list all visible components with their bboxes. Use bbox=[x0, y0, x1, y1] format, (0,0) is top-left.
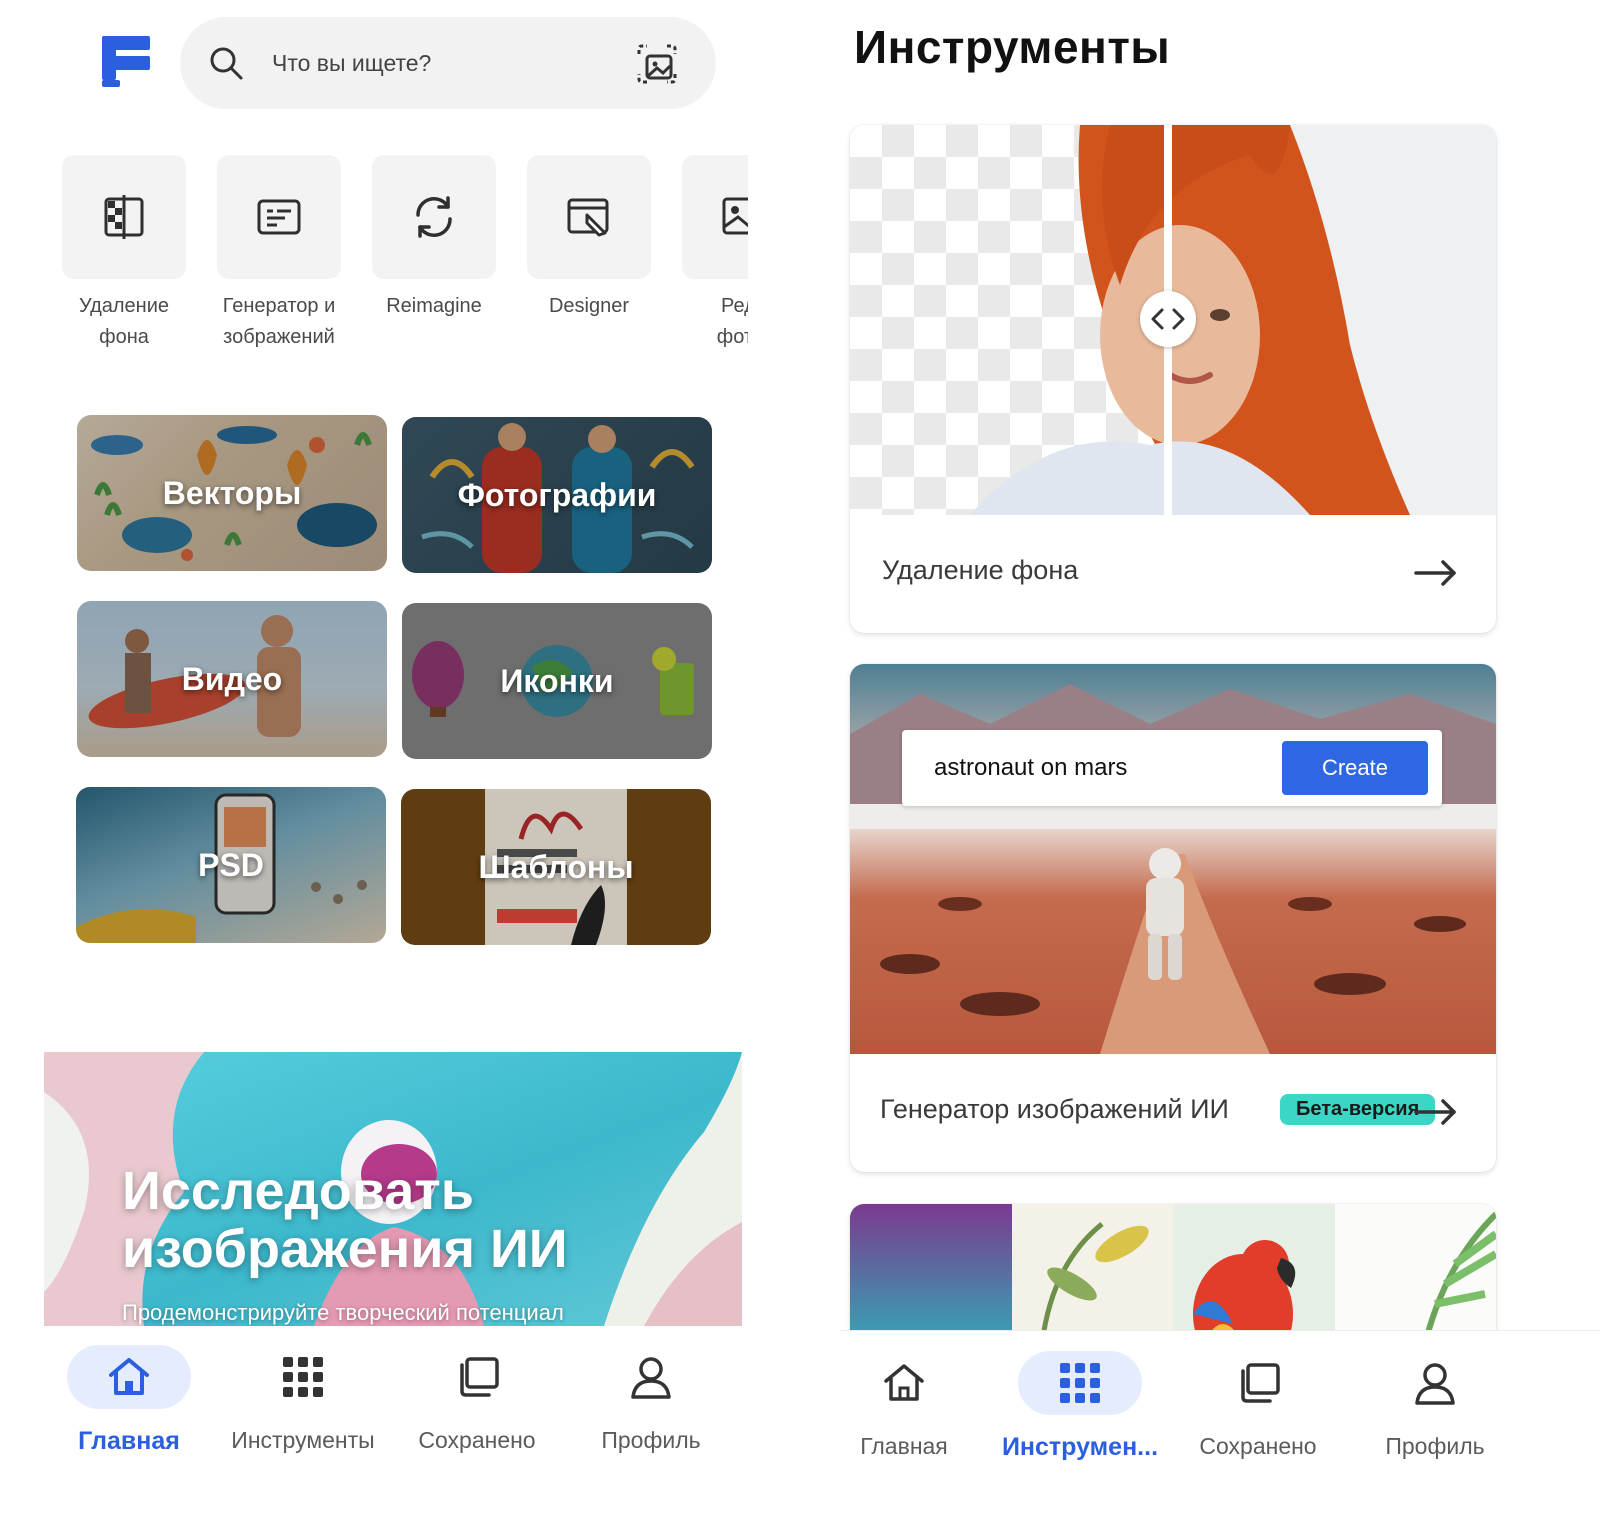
card-title: Удаление фона bbox=[882, 555, 1079, 585]
style-preview bbox=[1334, 1204, 1496, 1344]
tool-label: фотог bbox=[716, 326, 748, 348]
card-title: Генератор изображений ИИ bbox=[880, 1094, 1229, 1124]
category-label: PSD bbox=[198, 846, 264, 883]
tab-label: Главная bbox=[860, 1433, 948, 1459]
reimagine-icon bbox=[416, 196, 452, 238]
tab-label: Сохранено bbox=[418, 1427, 536, 1453]
tool-designer[interactable]: Designer bbox=[527, 155, 651, 322]
home-screen: Удаление фона Генератор и зображений bbox=[0, 0, 790, 1518]
tool-label: Designer bbox=[548, 295, 630, 317]
category-icons[interactable]: Иконки bbox=[402, 603, 712, 759]
tab-saved[interactable]: Сохранено bbox=[392, 1345, 562, 1465]
photo-editor-icon bbox=[722, 197, 748, 235]
search-icon[interactable] bbox=[208, 45, 244, 81]
tool-label: фона bbox=[99, 326, 149, 348]
tool-image-generator[interactable]: Генератор и зображений bbox=[217, 155, 341, 353]
background-removal-icon bbox=[104, 195, 144, 239]
grid-icon bbox=[1060, 1363, 1100, 1403]
category-psd[interactable]: PSD bbox=[76, 787, 386, 943]
tool-card-partial[interactable] bbox=[850, 1204, 1496, 1344]
parrot-image bbox=[1193, 1240, 1296, 1344]
banner-title-line: изображения ИИ bbox=[122, 1219, 568, 1279]
tab-label: Профиль bbox=[601, 1427, 701, 1453]
freepik-logo-icon[interactable] bbox=[102, 36, 154, 88]
category-label: Шаблоны bbox=[478, 848, 634, 885]
profile-icon bbox=[631, 1357, 671, 1399]
tab-tools[interactable]: Инструмен... bbox=[995, 1351, 1165, 1471]
card-footer: Удаление фона bbox=[850, 515, 1496, 633]
palm-leaves-image bbox=[1421, 1211, 1496, 1344]
create-button[interactable]: Create bbox=[1282, 741, 1428, 795]
collection-icon bbox=[1241, 1363, 1280, 1403]
tab-label: Главная bbox=[78, 1427, 180, 1455]
arrow-right-icon[interactable] bbox=[1414, 559, 1458, 587]
card-footer: Генератор изображений ИИ Бета-версия bbox=[850, 1054, 1496, 1172]
image-generator-icon bbox=[257, 199, 301, 235]
grid-icon bbox=[283, 1357, 323, 1397]
style-preview bbox=[1173, 1204, 1335, 1344]
bottom-tab-bar: Главная Инструмен... Сохранено Профиль bbox=[840, 1330, 1600, 1518]
tool-label: зображений bbox=[223, 326, 335, 348]
tool-photo-editor[interactable]: Реда фотог bbox=[682, 155, 748, 353]
tools-screen: Инструменты Удаление фона astronaut on m… bbox=[840, 0, 1600, 1518]
prompt-input[interactable] bbox=[934, 748, 1264, 788]
category-photos[interactable]: Фотографии bbox=[402, 417, 712, 573]
mars-landscape-image bbox=[850, 684, 1496, 1054]
designer-icon bbox=[567, 198, 609, 237]
chevrons-left-right-icon bbox=[1151, 308, 1185, 330]
tool-card-background-removal[interactable]: Удаление фона bbox=[850, 125, 1496, 633]
explore-ai-banner[interactable]: Исследовать изображения ИИ Продемонстрир… bbox=[44, 1052, 742, 1326]
image-search-icon[interactable] bbox=[636, 43, 678, 85]
prompt-box: Create bbox=[902, 730, 1442, 806]
profile-icon bbox=[1415, 1363, 1455, 1405]
tool-label: Reimagine bbox=[386, 295, 482, 317]
tab-label: Инструменты bbox=[231, 1427, 375, 1453]
mars-astronaut-image: Create bbox=[850, 664, 1496, 1054]
compare-slider-handle[interactable] bbox=[1140, 291, 1196, 347]
tab-home[interactable]: Главная bbox=[840, 1351, 989, 1471]
tool-label: Генератор и bbox=[222, 295, 336, 317]
tab-label: Сохранено bbox=[1199, 1433, 1317, 1459]
category-templates[interactable]: Шаблоны bbox=[401, 789, 711, 945]
tool-card-ai-image-generator[interactable]: Create Генератор изображений ИИ Бета-вер… bbox=[850, 664, 1496, 1172]
banner-title: Исследовать изображения ИИ bbox=[122, 1162, 682, 1278]
category-label: Фотографии bbox=[457, 476, 657, 513]
tab-label: Инструмен... bbox=[1001, 1433, 1159, 1461]
style-preview bbox=[850, 1204, 1012, 1344]
home-icon bbox=[109, 1358, 149, 1395]
page-title: Инструменты bbox=[854, 21, 1171, 73]
tab-label: Профиль bbox=[1385, 1433, 1485, 1459]
collection-icon bbox=[460, 1357, 499, 1397]
tab-home[interactable]: Главная bbox=[44, 1345, 214, 1465]
style-preview bbox=[1011, 1204, 1173, 1344]
category-label: Векторы bbox=[162, 474, 302, 511]
home-icon bbox=[884, 1364, 924, 1401]
tab-profile[interactable]: Профиль bbox=[566, 1345, 736, 1465]
bottom-tab-bar: Главная Инструменты Сохранено Профиль bbox=[0, 1328, 790, 1518]
style-previews-image bbox=[850, 1204, 1496, 1344]
beta-badge: Бета-версия bbox=[1280, 1094, 1436, 1125]
search-input[interactable] bbox=[272, 41, 602, 85]
leaves-image bbox=[1039, 1222, 1149, 1344]
banner-subtitle: Продемонстрируйте творческий потенциал bbox=[122, 1300, 564, 1325]
category-label: Иконки bbox=[500, 662, 614, 699]
category-video[interactable]: Видео bbox=[77, 601, 387, 757]
tools-carousel[interactable]: Удаление фона Генератор и зображений Rei… bbox=[62, 155, 748, 365]
category-vectors[interactable]: Векторы bbox=[77, 415, 387, 571]
before-after-image bbox=[850, 125, 1496, 515]
tab-profile[interactable]: Профиль bbox=[1350, 1351, 1520, 1471]
banner-title-line: Исследовать bbox=[122, 1161, 474, 1221]
tool-reimagine[interactable]: Reimagine bbox=[372, 155, 496, 322]
tab-tools[interactable]: Инструменты bbox=[218, 1345, 388, 1465]
tool-label: Удаление bbox=[78, 295, 170, 317]
tool-background-removal[interactable]: Удаление фона bbox=[62, 155, 186, 353]
tool-label: Реда bbox=[721, 295, 748, 317]
search-bar[interactable] bbox=[180, 17, 716, 109]
tab-saved[interactable]: Сохранено bbox=[1173, 1351, 1343, 1471]
category-label: Видео bbox=[181, 660, 283, 697]
arrow-right-icon[interactable] bbox=[1414, 1098, 1458, 1126]
